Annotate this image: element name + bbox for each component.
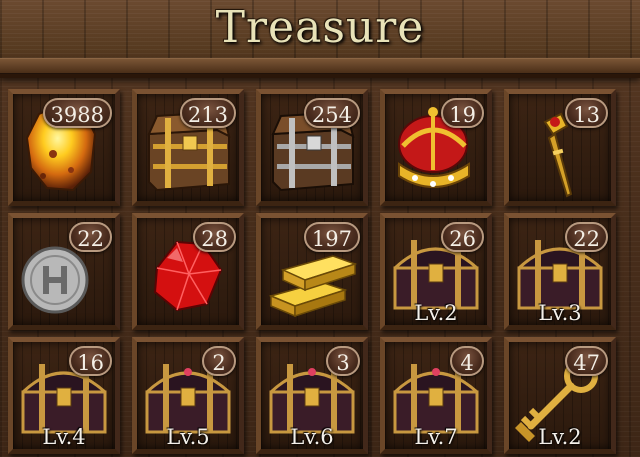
item-level-label: Lv.2 [538,425,582,449]
treasure-slot-ruby[interactable]: 28 [132,213,244,330]
treasure-slot-chest-lv6[interactable]: 3 Lv.6 [256,337,368,454]
treasure-slot-chest-lv7[interactable]: 4 Lv.7 [380,337,492,454]
item-count-badge: 13 [565,98,608,128]
treasure-slot-chest-lv2[interactable]: 26 Lv.2 [380,213,492,330]
item-count-badge: 213 [179,98,236,128]
item-level-label: Lv.4 [42,425,86,449]
item-count-badge: 2 [202,346,236,376]
header-rail [0,58,640,74]
item-count-badge: 197 [303,222,360,252]
treasure-screen: Treasure 3988 213 254 19 13 22 28 197 26… [0,0,640,457]
page-title: Treasure [215,2,425,53]
item-count-badge: 22 [565,222,608,252]
treasure-slot-scepter[interactable]: 13 [504,89,616,206]
item-count-badge: 254 [303,98,360,128]
item-count-badge: 16 [69,346,112,376]
item-count-badge: 47 [565,346,608,376]
treasure-slot-golden-key[interactable]: 47 Lv.2 [504,337,616,454]
treasure-slot-silver-coin[interactable]: 22 [8,213,120,330]
treasure-slot-chest-lv3[interactable]: 22 Lv.3 [504,213,616,330]
treasure-grid: 3988 213 254 19 13 22 28 197 26 Lv.2 22 … [8,89,638,457]
treasure-slot-chest-lv5[interactable]: 2 Lv.5 [132,337,244,454]
item-count-badge: 22 [69,222,112,252]
item-count-badge: 28 [193,222,236,252]
treasure-slot-gold-ore[interactable]: 3988 [8,89,120,206]
treasure-slot-gold-chest[interactable]: 213 [132,89,244,206]
header-bar: Treasure [0,0,640,78]
item-count-badge: 19 [441,98,484,128]
item-count-badge: 26 [441,222,484,252]
item-level-label: Lv.7 [414,425,458,449]
treasure-slot-gold-bars[interactable]: 197 [256,213,368,330]
item-level-label: Lv.6 [290,425,334,449]
treasure-slot-silver-chest[interactable]: 254 [256,89,368,206]
item-level-label: Lv.2 [414,301,458,325]
treasure-slot-chest-lv4[interactable]: 16 Lv.4 [8,337,120,454]
item-level-label: Lv.5 [166,425,210,449]
item-count-badge: 4 [450,346,484,376]
treasure-slot-crown[interactable]: 19 [380,89,492,206]
item-level-label: Lv.3 [538,301,582,325]
item-count-badge: 3988 [42,98,112,128]
item-count-badge: 3 [326,346,360,376]
